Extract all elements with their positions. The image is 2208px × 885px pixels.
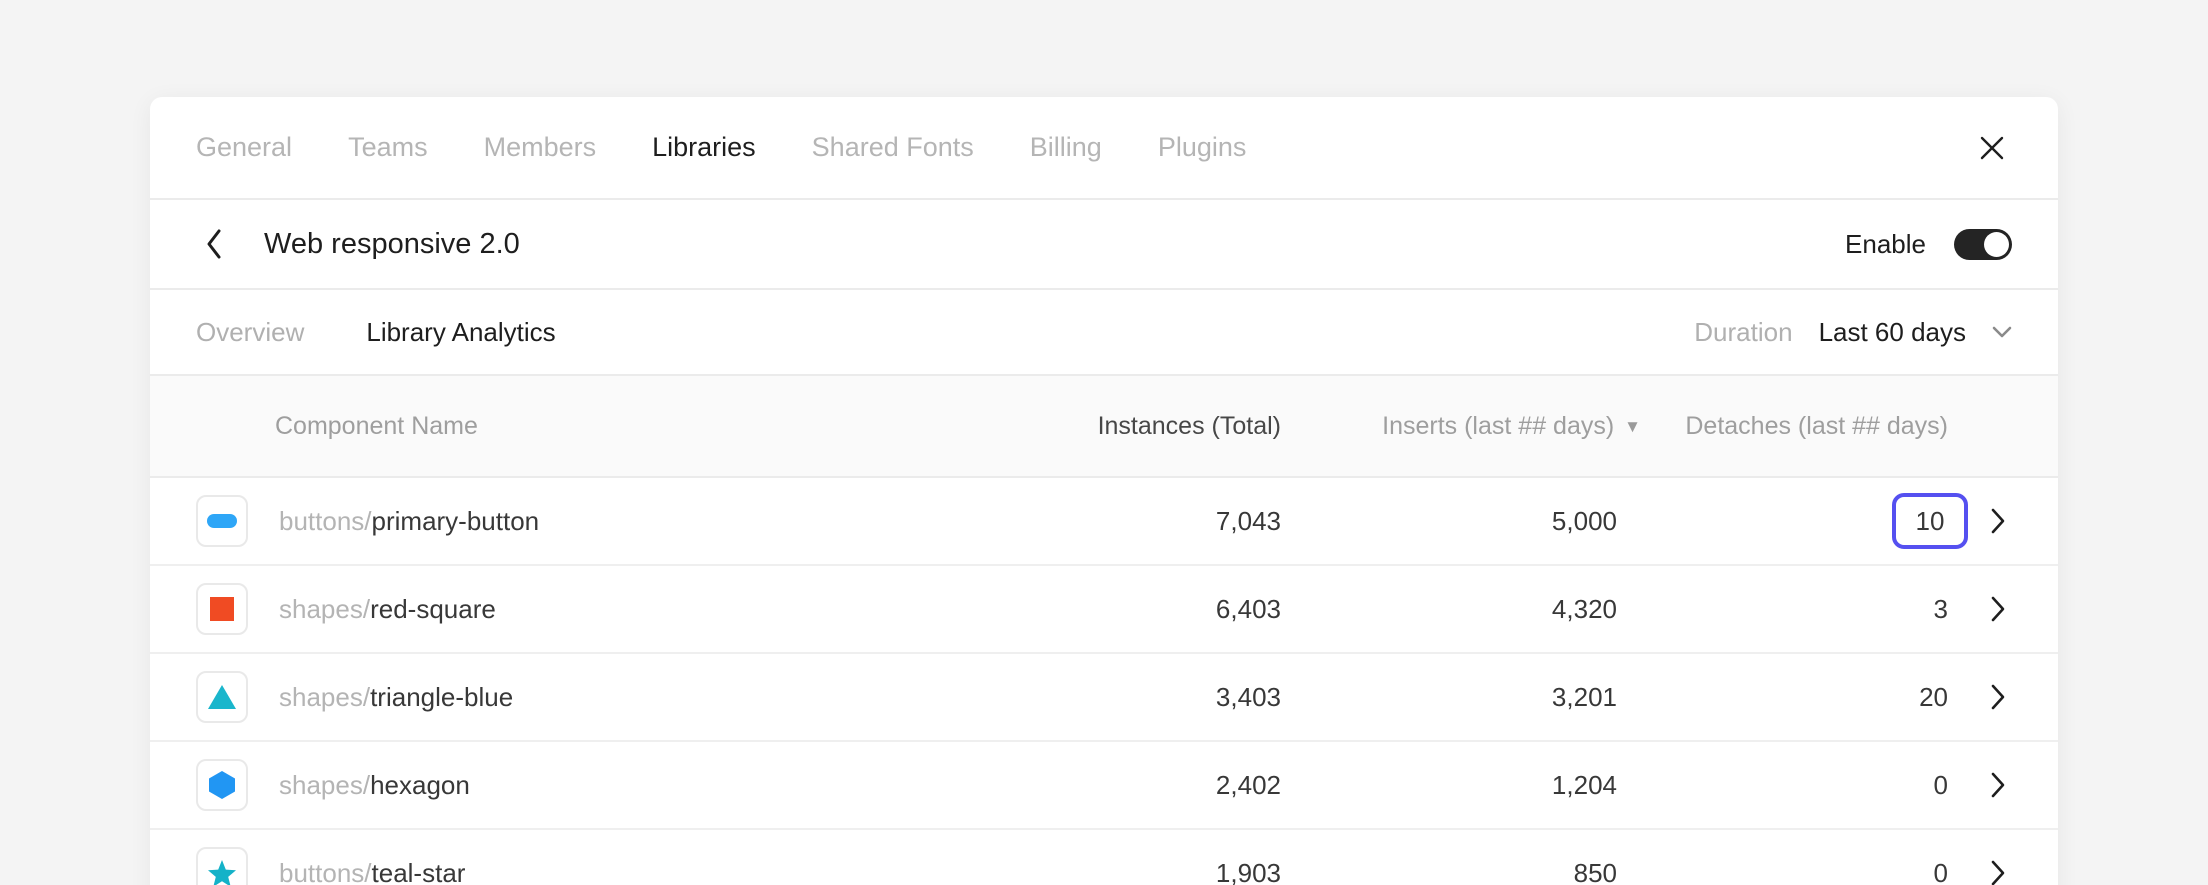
table-row[interactable]: shapes/triangle-blue 3,403 3,201 20 xyxy=(150,654,2058,742)
settings-tab-bar: General Teams Members Libraries Shared F… xyxy=(150,97,2058,200)
tab-general[interactable]: General xyxy=(196,132,292,163)
instances-value: 1,903 xyxy=(1215,857,1281,885)
header-instances-total: Instances (Total) xyxy=(1097,411,1281,440)
sort-caret-icon: ▼ xyxy=(1624,416,1641,436)
component-name: shapes/red-square xyxy=(279,593,496,624)
component-name: buttons/primary-button xyxy=(279,505,540,536)
component-name: buttons/teal-star xyxy=(279,857,466,885)
inserts-value: 1,204 xyxy=(1551,769,1617,800)
toggle-knob xyxy=(1984,231,2009,257)
inserts-value: 5,000 xyxy=(1551,505,1617,536)
detaches-value: 3 xyxy=(1933,593,1948,624)
inserts-value: 4,320 xyxy=(1551,593,1617,624)
row-chevron[interactable] xyxy=(1948,772,2005,798)
table-row[interactable]: buttons/teal-star 1,903 850 0 xyxy=(150,830,2058,885)
tab-billing[interactable]: Billing xyxy=(1030,132,1102,163)
instances-value: 7,043 xyxy=(1215,505,1281,536)
library-subtabs: Overview Library Analytics xyxy=(196,317,556,348)
component-thumbnail xyxy=(196,495,248,547)
detaches-value: 0 xyxy=(1933,857,1948,885)
detaches-value: 10 xyxy=(1915,505,1945,536)
star-icon xyxy=(208,859,236,885)
team-settings-modal: General Teams Members Libraries Shared F… xyxy=(150,97,2058,885)
component-name: shapes/triangle-blue xyxy=(279,681,514,712)
close-icon[interactable] xyxy=(1972,128,2012,168)
tab-teams[interactable]: Teams xyxy=(348,132,428,163)
component-thumbnail xyxy=(196,671,248,723)
tab-plugins[interactable]: Plugins xyxy=(1158,132,1247,163)
inserts-value: 850 xyxy=(1573,857,1617,885)
library-title: Web responsive 2.0 xyxy=(264,227,520,260)
tab-shared-fonts[interactable]: Shared Fonts xyxy=(812,132,974,163)
row-chevron[interactable] xyxy=(1948,596,2005,622)
library-header: Web responsive 2.0 Enable xyxy=(150,200,2058,290)
row-chevron[interactable] xyxy=(1948,684,2005,710)
header-component-name: Component Name xyxy=(275,411,478,440)
table-row[interactable]: shapes/red-square 6,403 4,320 3 xyxy=(150,566,2058,654)
enable-control: Enable xyxy=(1845,228,2012,260)
library-subtab-bar: Overview Library Analytics Duration Last… xyxy=(150,290,2058,376)
back-chevron-icon[interactable] xyxy=(196,226,232,262)
settings-tabs: General Teams Members Libraries Shared F… xyxy=(196,132,1246,163)
hexagon-icon xyxy=(209,771,235,799)
chevron-right-icon xyxy=(1991,860,2005,885)
analytics-table-header: Component Name Instances (Total) Inserts… xyxy=(150,376,2058,478)
header-detaches: Detaches (last ## days) xyxy=(1685,411,1948,440)
table-row[interactable]: shapes/hexagon 2,402 1,204 0 xyxy=(150,742,2058,830)
subtab-library-analytics[interactable]: Library Analytics xyxy=(366,317,555,348)
duration-value: Last 60 days xyxy=(1818,316,1966,347)
enable-label: Enable xyxy=(1845,228,1926,259)
header-inserts[interactable]: Inserts (last ## days) ▼ xyxy=(1281,411,1641,441)
subtab-overview[interactable]: Overview xyxy=(196,317,304,348)
enable-toggle[interactable] xyxy=(1954,228,2012,260)
chevron-right-icon xyxy=(1991,772,2005,798)
instances-value: 3,403 xyxy=(1215,681,1281,712)
tab-members[interactable]: Members xyxy=(484,132,597,163)
row-chevron[interactable] xyxy=(1948,860,2005,885)
square-icon xyxy=(210,597,234,621)
chevron-down-icon xyxy=(1992,326,2012,338)
chevron-right-icon xyxy=(1991,684,2005,710)
duration-dropdown[interactable]: Duration Last 60 days xyxy=(1694,317,2012,348)
header-inserts-label: Inserts (last ## days) xyxy=(1382,411,1615,440)
duration-label: Duration xyxy=(1694,316,1793,347)
table-row[interactable]: buttons/primary-button 7,043 5,000 10 xyxy=(150,478,2058,566)
row-chevron[interactable] xyxy=(1948,508,2005,534)
inserts-value: 3,201 xyxy=(1551,681,1617,712)
button-pill-icon xyxy=(207,514,237,528)
detaches-value: 20 xyxy=(1919,681,1948,712)
instances-value: 2,402 xyxy=(1215,769,1281,800)
detaches-value: 0 xyxy=(1933,769,1948,800)
component-thumbnail xyxy=(196,759,248,811)
component-thumbnail xyxy=(196,583,248,635)
component-name: shapes/hexagon xyxy=(279,769,470,800)
chevron-right-icon xyxy=(1991,508,2005,534)
triangle-icon xyxy=(208,685,236,709)
instances-value: 6,403 xyxy=(1215,593,1281,624)
tab-libraries[interactable]: Libraries xyxy=(652,132,756,163)
chevron-right-icon xyxy=(1991,596,2005,622)
component-thumbnail xyxy=(196,847,248,885)
